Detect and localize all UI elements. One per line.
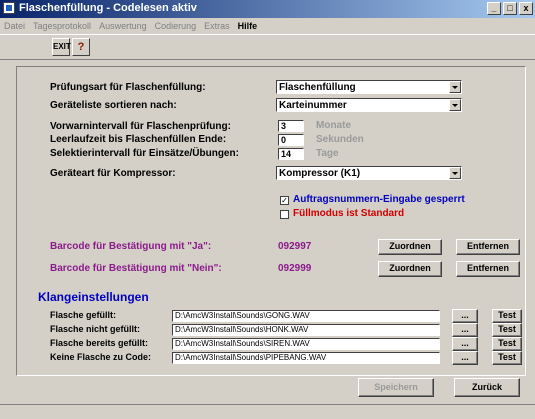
selektier-input[interactable]: 14 [278, 148, 304, 160]
vorwarn-unit: Monate [316, 120, 351, 131]
browse-button-nicht-gefuellt[interactable]: ... [452, 323, 478, 337]
auftrag-checkbox-label: Auftragsnummern-Eingabe gesperrt [293, 194, 465, 205]
pruefungsart-label: Prüfungsart für Flaschenfüllung: [50, 82, 206, 93]
sortieren-value: Karteinummer [279, 100, 347, 111]
vorwarn-label: Vorwarnintervall für Flaschenprüfung: [50, 121, 231, 132]
chevron-down-icon[interactable] [449, 81, 461, 93]
browse-button-keine-flasche[interactable]: ... [452, 351, 478, 365]
barcode-nein-value: 092999 [278, 263, 312, 274]
leerlauf-input[interactable]: 0 [278, 134, 304, 146]
help-icon[interactable]: ? [72, 38, 90, 56]
menu-datei[interactable]: Datei [4, 21, 25, 31]
sound-label-gefuellt: Flasche gefüllt: [50, 310, 117, 320]
pruefungsart-select[interactable]: Flaschenfüllung [276, 80, 462, 94]
sortieren-label: Geräteliste sortieren nach: [50, 100, 177, 111]
barcode-nein-remove-button[interactable]: Entfernen [456, 261, 520, 277]
test-button-bereits-gefuellt[interactable]: Test [492, 337, 522, 351]
minimize-button[interactable]: _ [487, 2, 501, 15]
kompressor-value: Kompressor (K1) [279, 168, 361, 179]
auftrag-checkbox[interactable]: ✓ [280, 196, 289, 205]
barcode-ja-assign-button[interactable]: Zuordnen [378, 239, 442, 255]
test-button-gefuellt[interactable]: Test [492, 309, 522, 323]
barcode-nein-label: Barcode für Bestätigung mit "Nein": [50, 263, 222, 274]
leerlauf-unit: Sekunden [316, 134, 364, 145]
fuellmodus-checkbox-label: Füllmodus ist Standard [293, 208, 405, 219]
sound-path-gefuellt[interactable]: D:\AmcW3Install\Sounds\GONG.WAV [172, 310, 440, 322]
menu-codierung[interactable]: Codierung [155, 21, 197, 31]
back-button[interactable]: Zurück [454, 378, 520, 397]
toolbar: EXIT ? [0, 34, 535, 60]
kompressor-label: Geräteart für Kompressor: [50, 168, 176, 179]
sound-path-keine-flasche[interactable]: D:\AmcW3Install\Sounds\PIPEBANG.WAV [172, 352, 440, 364]
title-bar: Flaschenfüllung - Codelesen aktiv _ □ x [0, 0, 535, 18]
chevron-down-icon[interactable] [449, 99, 461, 111]
barcode-ja-value: 092997 [278, 241, 312, 252]
menu-bar: Datei Tagesprotokoll Auswertung Codierun… [0, 18, 535, 34]
sound-path-nicht-gefuellt[interactable]: D:\AmcW3Install\Sounds\HONK.WAV [172, 324, 440, 336]
leerlauf-label: Leerlaufzeit bis Flaschenfüllen Ende: [50, 134, 227, 145]
window-title: Flaschenfüllung - Codelesen aktiv [19, 2, 197, 14]
maximize-button[interactable]: □ [503, 2, 517, 15]
sound-label-nicht-gefuellt: Flasche nicht gefüllt: [50, 324, 141, 334]
test-button-nicht-gefuellt[interactable]: Test [492, 323, 522, 337]
exit-button[interactable]: EXIT [52, 38, 71, 56]
kompressor-select[interactable]: Kompressor (K1) [276, 166, 462, 180]
menu-auswertung[interactable]: Auswertung [99, 21, 147, 31]
sound-label-bereits-gefuellt: Flasche bereits gefüllt: [50, 338, 149, 348]
sounds-heading: Klangeinstellungen [38, 290, 149, 304]
sound-path-bereits-gefuellt[interactable]: D:\AmcW3Install\Sounds\SIREN.WAV [172, 338, 440, 350]
selektier-label: Selektierintervall für Einsätze/Übungen: [50, 148, 239, 159]
vorwarn-input[interactable]: 3 [278, 120, 304, 132]
browse-button-gefuellt[interactable]: ... [452, 309, 478, 323]
menu-tagesprotokoll[interactable]: Tagesprotokoll [33, 21, 91, 31]
selektier-unit: Tage [316, 148, 339, 159]
test-button-keine-flasche[interactable]: Test [492, 351, 522, 365]
chevron-down-icon[interactable] [449, 167, 461, 179]
pruefungsart-value: Flaschenfüllung [279, 82, 356, 93]
sound-label-keine-flasche: Keine Flasche zu Code: [50, 352, 152, 362]
menu-hilfe[interactable]: Hilfe [238, 21, 258, 31]
app-icon [3, 2, 15, 14]
save-button[interactable]: Speichern [358, 378, 434, 397]
barcode-nein-assign-button[interactable]: Zuordnen [378, 261, 442, 277]
browse-button-bereits-gefuellt[interactable]: ... [452, 337, 478, 351]
close-button[interactable]: x [519, 2, 533, 15]
status-bar [0, 404, 535, 419]
barcode-ja-label: Barcode für Bestätigung mit "Ja": [50, 241, 212, 252]
barcode-ja-remove-button[interactable]: Entfernen [456, 239, 520, 255]
sortieren-select[interactable]: Karteinummer [276, 98, 462, 112]
menu-extras[interactable]: Extras [204, 21, 230, 31]
fuellmodus-checkbox[interactable] [280, 210, 289, 219]
